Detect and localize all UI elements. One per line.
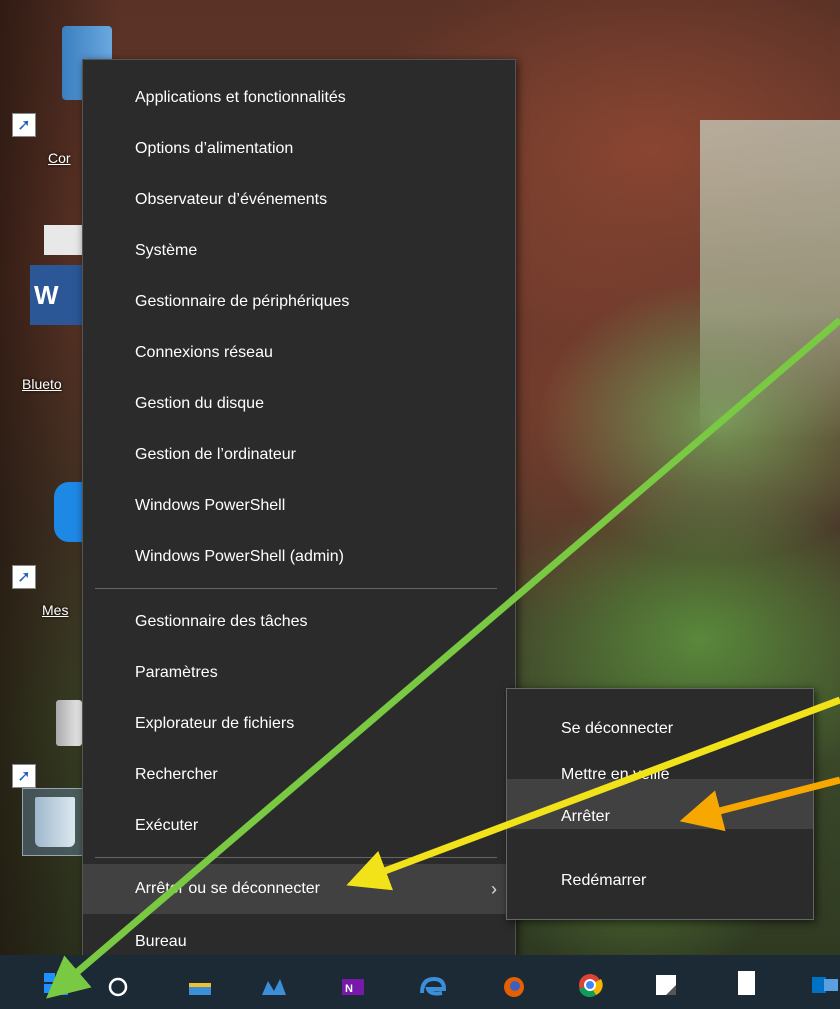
speakers-shortcut[interactable]	[54, 700, 84, 750]
cortana-button[interactable]	[90, 955, 146, 1009]
menu-item-computer-management[interactable]: Gestion de l’ordinateur	[83, 439, 515, 471]
menu-item-label: Gestion de l’ordinateur	[135, 446, 296, 463]
cortana-circle-icon	[108, 977, 128, 997]
submenu-item-label: Se déconnecter	[561, 720, 674, 737]
menu-item-run[interactable]: Exécuter	[83, 810, 515, 842]
menu-separator	[95, 588, 497, 589]
menu-item-device-manager[interactable]: Gestionnaire de périphériques	[83, 286, 515, 318]
menu-item-label: Gestionnaire des tâches	[135, 613, 308, 630]
speaker-icon	[56, 700, 82, 746]
menu-item-powershell-admin[interactable]: Windows PowerShell (admin)	[83, 541, 515, 573]
firefox-icon	[504, 977, 524, 997]
menu-item-powershell[interactable]: Windows PowerShell	[83, 490, 515, 522]
document-icon	[44, 225, 84, 255]
chevron-right-icon: ›	[491, 879, 497, 899]
messenger-icon	[54, 482, 84, 542]
sticky-notes-icon	[656, 975, 676, 995]
submenu-item-label: Arrêter	[561, 808, 610, 825]
menu-item-label: Options d’alimentation	[135, 140, 294, 157]
folder-icon	[189, 983, 211, 995]
svg-text:N: N	[345, 983, 353, 995]
onenote-button[interactable]: N	[324, 955, 380, 1009]
recycle-bin[interactable]	[22, 788, 88, 856]
menu-item-settings[interactable]: Paramètres	[83, 657, 515, 689]
windows-logo-icon	[44, 971, 68, 995]
bluetooth-word-shortcut[interactable]: W	[30, 225, 90, 335]
chrome-icon	[579, 974, 603, 997]
menu-item-label: Bureau	[135, 933, 187, 950]
file-explorer-button[interactable]	[172, 955, 228, 1009]
menu-item-label: Applications et fonctionnalités	[135, 89, 346, 106]
document-button[interactable]	[718, 955, 774, 1009]
menu-item-label: Gestionnaire de périphériques	[135, 293, 350, 310]
menu-item-label: Rechercher	[135, 766, 218, 783]
app-icon	[262, 979, 286, 995]
edge-icon	[420, 976, 446, 996]
chrome-button[interactable]	[562, 955, 618, 1009]
menu-item-label: Gestion du disque	[135, 395, 264, 412]
submenu-item-label: Redémarrer	[561, 872, 647, 889]
submenu-item-shutdown[interactable]: Arrêter	[507, 779, 813, 829]
menu-item-power-options[interactable]: Options d’alimentation	[83, 133, 515, 165]
menu-item-label: Arrêter ou se déconnecter	[135, 880, 320, 897]
desktop-icon-label[interactable]: Blueto	[22, 376, 62, 392]
start-button[interactable]	[28, 955, 84, 1009]
taskbar: N	[0, 955, 840, 1009]
menu-item-shutdown-signout[interactable]: Arrêter ou se déconnecter ›	[83, 864, 515, 914]
menu-item-network-connections[interactable]: Connexions réseau	[83, 337, 515, 369]
menu-item-event-viewer[interactable]: Observateur d’événements	[83, 184, 515, 216]
menu-item-label: Système	[135, 242, 198, 259]
outlook-icon	[812, 977, 838, 993]
app-button[interactable]	[246, 955, 302, 1009]
menu-item-file-explorer[interactable]: Explorateur de fichiers	[83, 708, 515, 740]
submenu-item-sign-out[interactable]: Se déconnecter	[507, 707, 813, 751]
menu-item-system[interactable]: Système	[83, 235, 515, 267]
menu-item-label: Windows PowerShell (admin)	[135, 548, 344, 565]
word-icon: W	[30, 265, 88, 325]
winx-context-menu: Applications et fonctionnalités Options …	[82, 59, 516, 965]
menu-item-search[interactable]: Rechercher	[83, 759, 515, 791]
menu-item-desktop[interactable]: Bureau	[83, 926, 515, 958]
edge-button[interactable]	[404, 955, 460, 1009]
shortcut-arrow-icon: ➚	[12, 764, 36, 788]
menu-item-label: Windows PowerShell	[135, 497, 286, 514]
menu-item-label: Exécuter	[135, 817, 199, 834]
submenu-item-restart[interactable]: Redémarrer	[507, 859, 813, 903]
outlook-button[interactable]	[796, 955, 840, 1009]
shortcut-arrow-icon: ➚	[12, 113, 36, 137]
shutdown-submenu: Se déconnecter Mettre en veille Arrêter …	[506, 688, 814, 920]
firefox-button[interactable]	[486, 955, 542, 1009]
menu-item-task-manager[interactable]: Gestionnaire des tâches	[83, 606, 515, 638]
desktop-icon-label[interactable]: Cor	[48, 150, 71, 166]
notes-button[interactable]	[638, 955, 694, 1009]
shortcut-arrow-icon: ➚	[12, 565, 36, 589]
menu-item-label: Observateur d’événements	[135, 191, 328, 208]
wallpaper-light-area	[700, 120, 840, 440]
recycle-bin-icon	[35, 797, 75, 847]
menu-separator	[95, 857, 497, 858]
onenote-icon: N	[342, 979, 364, 995]
menu-item-apps-features[interactable]: Applications et fonctionnalités	[83, 82, 515, 114]
document-icon	[738, 971, 755, 995]
menu-item-label: Explorateur de fichiers	[135, 715, 295, 732]
menu-item-label: Paramètres	[135, 664, 218, 681]
desktop-icon-label[interactable]: Mes	[42, 602, 68, 618]
menu-item-label: Connexions réseau	[135, 344, 273, 361]
menu-item-disk-management[interactable]: Gestion du disque	[83, 388, 515, 420]
